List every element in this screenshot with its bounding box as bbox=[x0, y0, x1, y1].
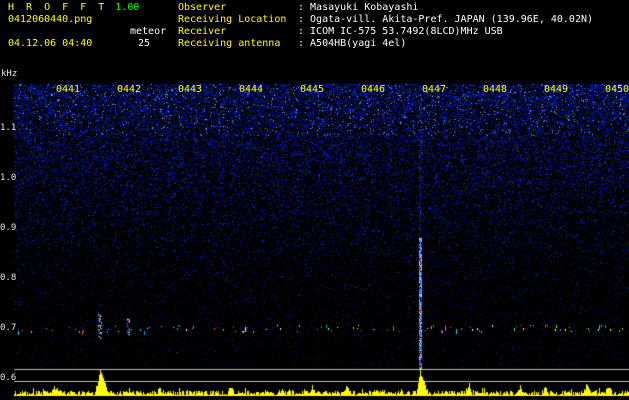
receiver-label: Receiver bbox=[178, 26, 226, 37]
x-axis-label: 0447 bbox=[421, 84, 447, 95]
x-axis-label: 0450 bbox=[604, 84, 629, 95]
mode-label: meteor bbox=[130, 26, 166, 37]
x-axis-label: 0444 bbox=[238, 84, 264, 95]
app-version: 1.00 bbox=[115, 2, 139, 13]
antenna-label: Receiving antenna bbox=[178, 38, 280, 49]
x-axis-label: 0445 bbox=[299, 84, 325, 95]
location-label: Receiving Location bbox=[178, 14, 286, 25]
y-axis-unit: kHz bbox=[1, 69, 17, 79]
x-axis-label: 0442 bbox=[116, 84, 142, 95]
title-row: H R O F F T 1.00 bbox=[8, 2, 139, 13]
app-title: H R O F F T bbox=[8, 2, 107, 13]
x-axis-label: 0443 bbox=[177, 84, 203, 95]
x-axis-label: 0446 bbox=[360, 84, 386, 95]
y-axis-label: 1.1 bbox=[0, 123, 16, 133]
y-axis-label: 0.6 bbox=[0, 373, 16, 383]
receiver-value: : ICOM IC-575 53.7492(8LCD)MHz USB bbox=[298, 26, 503, 37]
y-axis-label: 0.7 bbox=[0, 323, 16, 333]
output-filename: 0412060440.png bbox=[8, 14, 92, 25]
x-axis-label: 0449 bbox=[543, 84, 569, 95]
antenna-value: : A504HB(yagi 4el) bbox=[298, 38, 406, 49]
observer-label: Observer bbox=[178, 2, 226, 13]
observer-value: : Masayuki Kobayashi bbox=[298, 2, 418, 13]
x-axis-label: 0441 bbox=[55, 84, 81, 95]
location-value: : Ogata-vill. Akita-Pref. JAPAN (139.96E… bbox=[298, 14, 593, 25]
spectrogram-canvas bbox=[0, 0, 629, 400]
count-value: 25 bbox=[138, 38, 150, 49]
y-axis-label: 0.9 bbox=[0, 223, 16, 233]
timestamp: 04.12.06 04:40 bbox=[8, 38, 92, 49]
y-axis-label: 0.8 bbox=[0, 273, 16, 283]
y-axis-label: 1.0 bbox=[0, 173, 16, 183]
x-axis-label: 0448 bbox=[482, 84, 508, 95]
